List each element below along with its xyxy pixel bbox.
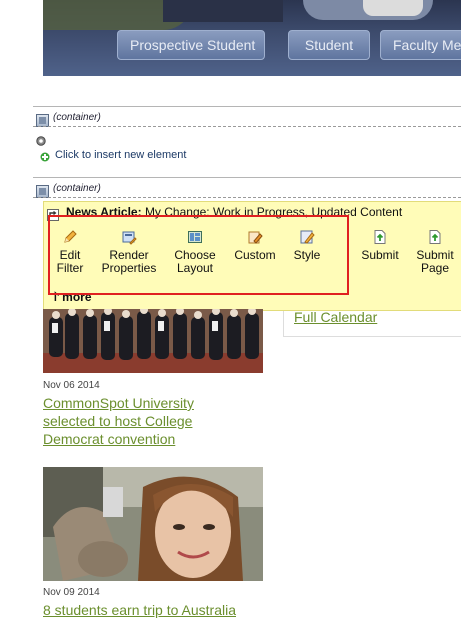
article-photo[interactable] xyxy=(43,309,263,373)
submit-page-label: Submit Page xyxy=(416,248,454,275)
highlight-box xyxy=(48,215,349,295)
add-element-icon[interactable] xyxy=(40,147,50,162)
container-label: (container) xyxy=(53,183,101,194)
submit-page-button[interactable]: Submit Page xyxy=(404,229,461,275)
container-divider xyxy=(33,106,461,107)
nav-faculty[interactable]: Faculty Me xyxy=(380,30,461,60)
container-divider xyxy=(33,197,461,198)
submit-icon xyxy=(372,229,388,245)
submit-page-icon xyxy=(427,229,443,245)
header-banner: Prospective Student Student Faculty Me xyxy=(43,0,461,76)
nav-prospective-student[interactable]: Prospective Student xyxy=(117,30,265,60)
article-photo[interactable] xyxy=(43,467,263,581)
nav-student[interactable]: Student xyxy=(288,30,370,60)
article-date: Nov 09 2014 xyxy=(43,587,100,598)
submit-button[interactable]: Submit xyxy=(349,229,411,262)
container-divider xyxy=(33,177,461,178)
full-calendar-link[interactable]: Full Calendar xyxy=(294,309,377,325)
submit-label: Submit xyxy=(361,248,399,262)
insert-element-link[interactable]: Click to insert new element xyxy=(55,149,186,161)
container-label: (container) xyxy=(53,112,101,123)
article-title-link[interactable]: CommonSpot University selected to host C… xyxy=(43,394,243,448)
container-divider xyxy=(33,126,461,127)
article-title-link[interactable]: 8 students earn trip to Australia xyxy=(43,601,273,619)
article-date: Nov 06 2014 xyxy=(43,380,100,391)
gear-icon[interactable] xyxy=(35,132,47,146)
